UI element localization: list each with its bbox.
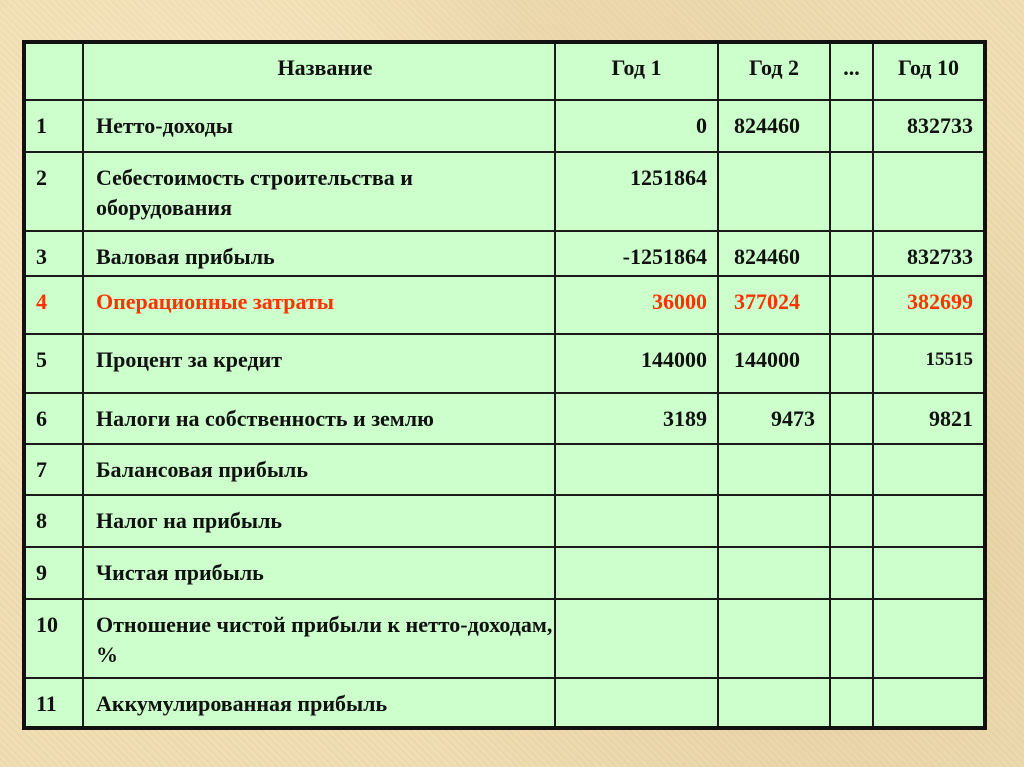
row-year2: 824460 bbox=[717, 230, 831, 277]
row-year2 bbox=[717, 494, 831, 548]
row-year10 bbox=[872, 151, 986, 232]
row-num: 8 bbox=[23, 494, 84, 548]
row-year1 bbox=[554, 677, 719, 729]
row-year1 bbox=[554, 546, 719, 600]
profit-calculation-table: Название Год 1 Год 2 ... Год 10 1 Нетто-… bbox=[22, 40, 987, 730]
row-year10: 9821 bbox=[872, 392, 986, 445]
table-header-row: Название Год 1 Год 2 ... Год 10 bbox=[23, 41, 986, 101]
row-name: Отношение чистой прибыли к нетто-доходам… bbox=[82, 598, 556, 679]
row-name: Аккумулированная прибыль bbox=[82, 677, 556, 729]
row-num: 3 bbox=[23, 230, 84, 277]
row-year10: 382699 bbox=[872, 275, 986, 335]
row-year2 bbox=[717, 677, 831, 729]
row-year10 bbox=[872, 494, 986, 548]
table-row-highlighted: 4 Операционные затраты 36000 377024 3826… bbox=[23, 275, 986, 335]
row-name: Процент за кредит bbox=[82, 333, 556, 394]
row-year10 bbox=[872, 546, 986, 600]
row-dots bbox=[829, 443, 874, 496]
row-year2 bbox=[717, 546, 831, 600]
table-row: 8 Налог на прибыль bbox=[23, 494, 986, 548]
table-row: 2 Себестоимость строительства и оборудов… bbox=[23, 151, 986, 232]
table-row: 7 Балансовая прибыль bbox=[23, 443, 986, 496]
row-dots bbox=[829, 230, 874, 277]
row-year1: 3189 bbox=[554, 392, 719, 445]
row-name: Налоги на собственность и землю bbox=[82, 392, 556, 445]
row-num: 10 bbox=[23, 598, 84, 679]
table-row: 5 Процент за кредит 144000 144000 15515 bbox=[23, 333, 986, 394]
row-year1: 1251864 bbox=[554, 151, 719, 232]
row-name: Нетто-доходы bbox=[82, 99, 556, 153]
table-row: 1 Нетто-доходы 0 824460 832733 bbox=[23, 99, 986, 153]
row-year1: -1251864 bbox=[554, 230, 719, 277]
row-num: 5 bbox=[23, 333, 84, 394]
row-name: Балансовая прибыль bbox=[82, 443, 556, 496]
table-row: 9 Чистая прибыль bbox=[23, 546, 986, 600]
row-year10: 15515 bbox=[872, 333, 986, 394]
row-year2 bbox=[717, 598, 831, 679]
row-year1 bbox=[554, 598, 719, 679]
row-year2: 9473 bbox=[717, 392, 831, 445]
row-name: Операционные затраты bbox=[82, 275, 556, 335]
row-year10: 832733 bbox=[872, 230, 986, 277]
table-row: 3 Валовая прибыль -1251864 824460 832733 bbox=[23, 230, 986, 277]
header-name: Название bbox=[82, 41, 556, 101]
row-dots bbox=[829, 392, 874, 445]
row-dots bbox=[829, 598, 874, 679]
financial-table-container: Название Год 1 Год 2 ... Год 10 1 Нетто-… bbox=[22, 40, 987, 730]
row-year2: 824460 bbox=[717, 99, 831, 153]
row-year10 bbox=[872, 677, 986, 729]
row-year2: 144000 bbox=[717, 333, 831, 394]
header-dots: ... bbox=[829, 41, 874, 101]
row-num: 1 bbox=[23, 99, 84, 153]
row-num: 11 bbox=[23, 677, 84, 729]
row-year2 bbox=[717, 443, 831, 496]
row-num: 7 bbox=[23, 443, 84, 496]
row-num: 9 bbox=[23, 546, 84, 600]
table-row: 6 Налоги на собственность и землю 3189 9… bbox=[23, 392, 986, 445]
row-year1: 0 bbox=[554, 99, 719, 153]
row-dots bbox=[829, 494, 874, 548]
row-dots bbox=[829, 275, 874, 335]
row-year10 bbox=[872, 598, 986, 679]
row-name: Валовая прибыль bbox=[82, 230, 556, 277]
row-year2: 377024 bbox=[717, 275, 831, 335]
header-year1: Год 1 bbox=[554, 41, 719, 101]
row-dots bbox=[829, 677, 874, 729]
table-row: 10 Отношение чистой прибыли к нетто-дохо… bbox=[23, 598, 986, 679]
header-year2: Год 2 bbox=[717, 41, 831, 101]
row-year10: 832733 bbox=[872, 99, 986, 153]
row-year10 bbox=[872, 443, 986, 496]
row-num: 4 bbox=[23, 275, 84, 335]
row-dots bbox=[829, 546, 874, 600]
row-name: Себестоимость строительства и оборудован… bbox=[82, 151, 556, 232]
row-dots bbox=[829, 151, 874, 232]
table-row: 11 Аккумулированная прибыль bbox=[23, 677, 986, 729]
row-num: 6 bbox=[23, 392, 84, 445]
row-name: Налог на прибыль bbox=[82, 494, 556, 548]
row-num: 2 bbox=[23, 151, 84, 232]
row-year1: 36000 bbox=[554, 275, 719, 335]
row-year2 bbox=[717, 151, 831, 232]
row-year1: 144000 bbox=[554, 333, 719, 394]
row-dots bbox=[829, 333, 874, 394]
header-year10: Год 10 bbox=[872, 41, 986, 101]
row-dots bbox=[829, 99, 874, 153]
row-year1 bbox=[554, 443, 719, 496]
header-num bbox=[23, 41, 84, 101]
row-name: Чистая прибыль bbox=[82, 546, 556, 600]
row-year1 bbox=[554, 494, 719, 548]
